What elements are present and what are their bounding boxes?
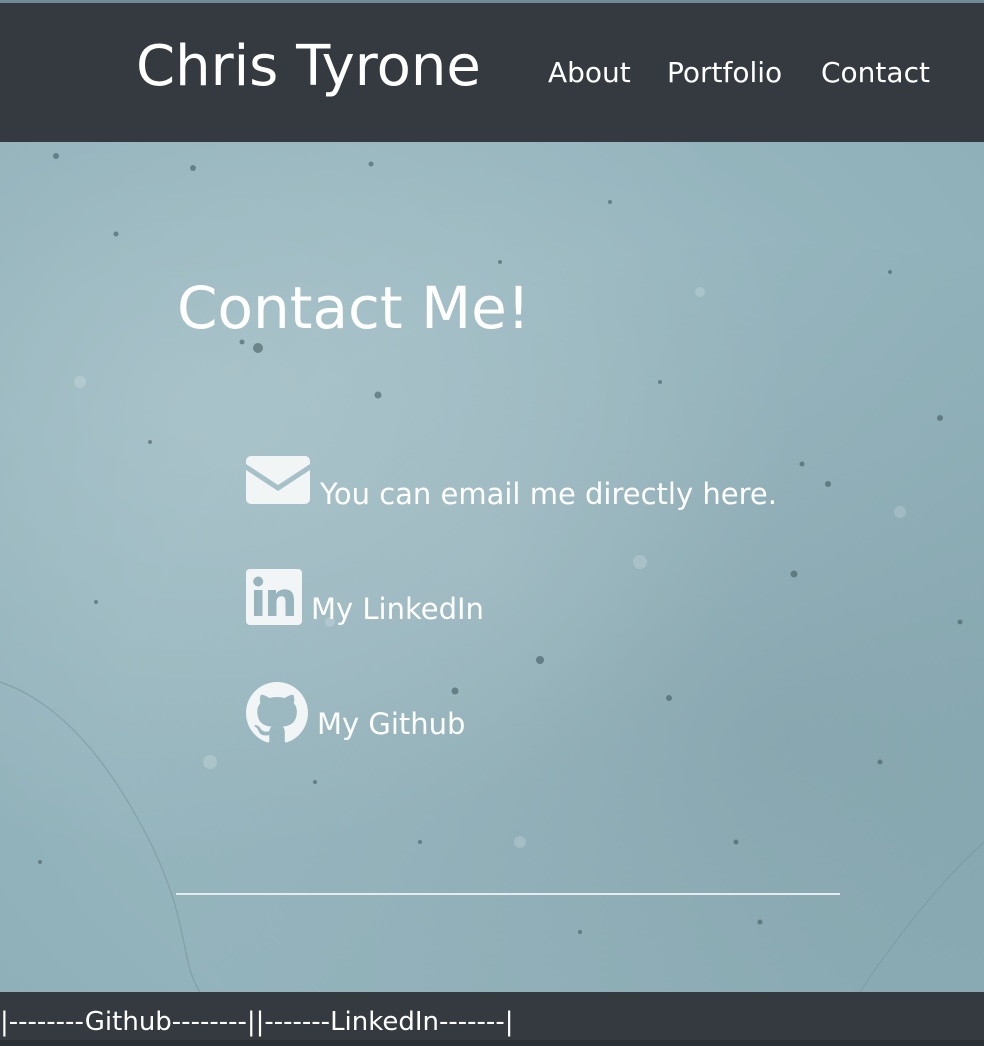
page-heading: Contact Me! — [177, 274, 531, 342]
envelope-icon — [246, 456, 310, 508]
linkedin-link[interactable]: My LinkedIn — [246, 567, 506, 633]
brand-link[interactable]: Chris Tyrone — [136, 31, 481, 103]
linkedin-link-label: My LinkedIn — [311, 592, 484, 626]
linkedin-icon — [246, 569, 302, 629]
github-link[interactable]: My Github — [246, 680, 486, 750]
footer-links: |--------Github--------||-------LinkedIn… — [0, 1002, 513, 1042]
footer-pipe-middle: || — [246, 1007, 265, 1037]
footer-github-link[interactable]: --------Github-------- — [9, 1007, 247, 1037]
footer-pipe-left: | — [0, 1007, 9, 1037]
email-link-label: You can email me directly here. — [320, 477, 777, 511]
section-divider — [176, 893, 840, 895]
footer: |--------Github--------||-------LinkedIn… — [0, 992, 984, 1046]
bottom-edge — [0, 1040, 984, 1046]
contact-section: Contact Me! You can email me directly he… — [0, 142, 984, 992]
footer-pipe-right: | — [504, 1007, 514, 1037]
email-link[interactable]: You can email me directly here. — [246, 454, 786, 514]
nav-link-about[interactable]: About — [548, 53, 631, 93]
footer-linkedin-link[interactable]: -------LinkedIn------- — [264, 1007, 504, 1037]
nav-link-portfolio[interactable]: Portfolio — [667, 53, 782, 93]
github-link-label: My Github — [317, 707, 466, 741]
nav-link-contact[interactable]: Contact — [821, 53, 930, 93]
github-icon — [246, 682, 308, 748]
navbar: Chris Tyrone About Portfolio Contact — [0, 3, 984, 142]
